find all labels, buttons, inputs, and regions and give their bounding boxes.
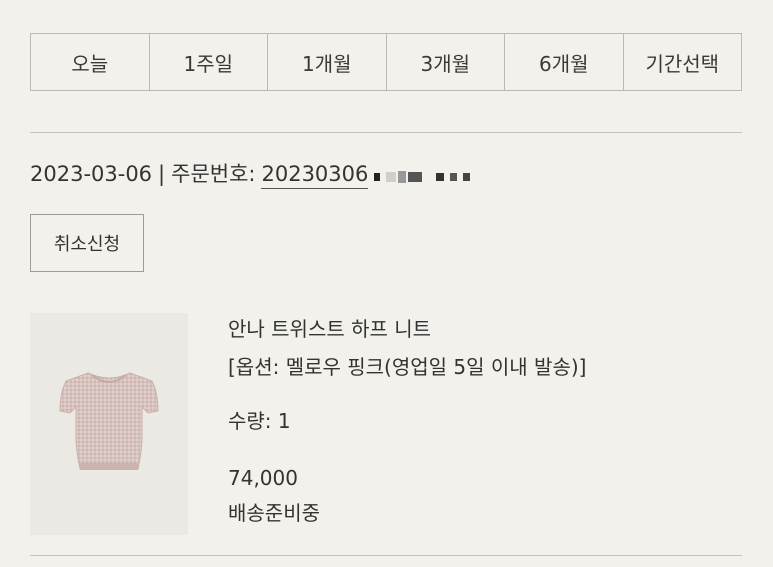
knit-top-image [59,372,159,470]
tab-today[interactable]: 오늘 [31,34,150,90]
product-price: 74,000 [228,466,298,490]
period-filter-tabs: 오늘 1주일 1개월 3개월 6개월 기간선택 [30,33,742,91]
order-number-mosaic [374,167,471,187]
delivery-status: 배송준비중 [228,501,320,525]
product-name[interactable]: 안나 트위스트 하프 니트 [228,319,431,339]
order-separator: | [158,162,166,186]
bottom-divider [30,555,742,556]
product-option: [옵션: 멜로우 핑크(영업일 5일 이내 발송)] [228,355,587,379]
tab-3-months[interactable]: 3개월 [387,34,505,90]
product-quantity: 수량: 1 [228,409,291,433]
order-number-label: 주문번호: [171,162,256,186]
tab-custom-period[interactable]: 기간선택 [624,34,742,90]
section-divider [30,132,742,133]
tab-6-months[interactable]: 6개월 [505,34,624,90]
order-date: 2023-03-06 [30,162,153,186]
tab-1-month[interactable]: 1개월 [268,34,387,90]
tab-1-week[interactable]: 1주일 [150,34,268,90]
order-header: 2023-03-06 | 주문번호: 20230306 [30,158,471,189]
product-image[interactable] [30,313,188,535]
cancel-request-button[interactable]: 취소신청 [30,214,144,272]
order-number-link[interactable]: 20230306 [261,162,369,189]
